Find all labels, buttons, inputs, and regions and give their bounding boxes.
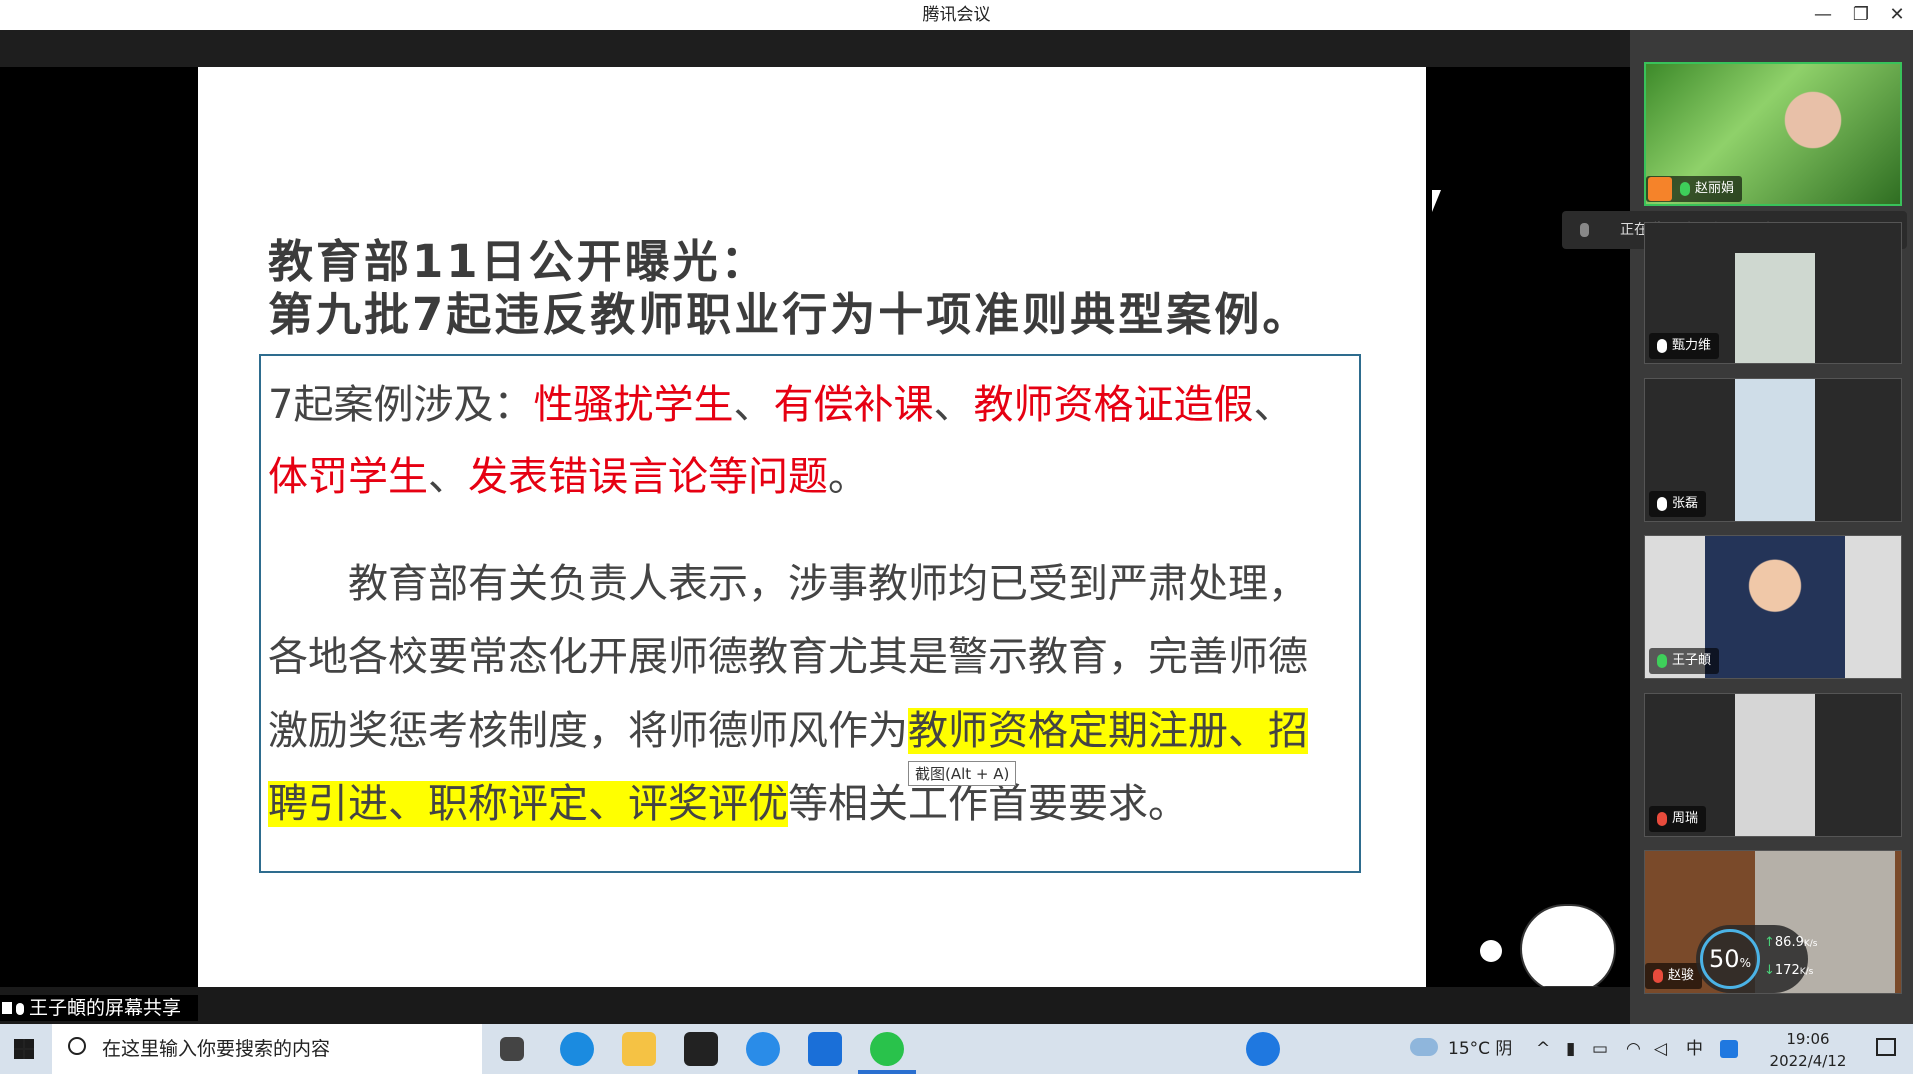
taskbar-search[interactable]: 在这里输入你要搜索的内容 <box>52 1024 482 1074</box>
search-input[interactable]: 在这里输入你要搜索的内容 <box>102 1024 330 1074</box>
participant-tile-2[interactable]: 甄力维 <box>1644 222 1902 364</box>
restore-icon[interactable]: ❐ <box>1843 0 1879 30</box>
wechat-icon[interactable] <box>870 1032 904 1066</box>
title-bar: 腾讯会议 — ❐ ✕ <box>0 0 1913 30</box>
wps-icon[interactable] <box>684 1032 718 1066</box>
tray-chevron-icon[interactable]: ^ <box>1536 1024 1550 1074</box>
volume-icon[interactable]: ◁ <box>1654 1024 1667 1074</box>
mic-icon <box>1680 181 1690 196</box>
video-feed <box>1741 64 1861 204</box>
download-speed: ↓172K/s <box>1764 963 1814 978</box>
cases-line1: 7起案例涉及：性骚扰学生、有偿补课、教师资格证造假、 <box>268 382 1294 428</box>
notification-icon[interactable] <box>1876 1038 1896 1056</box>
mascot-face <box>1520 904 1616 994</box>
para-line1: 教育部有关负责人表示，涉事教师均已受到严肃处理， <box>348 561 1308 607</box>
meeting-top-strip <box>0 30 1630 67</box>
window-title: 腾讯会议 <box>922 5 991 25</box>
video-feed <box>1735 694 1815 836</box>
wifi-icon[interactable]: ◠ <box>1626 1024 1641 1074</box>
slide-title-line2: 第九批7起违反教师职业行为十项准则典型案例。 <box>268 288 1311 341</box>
participant-name: 赵骏 <box>1645 963 1703 989</box>
upload-speed: ↑86.9K/s <box>1764 935 1818 950</box>
participant-name: 王子頔 <box>1649 648 1720 674</box>
para-line4: 聘引进、职称评定、评奖评优等相关工作首要要求。 <box>268 781 1188 827</box>
app-icon[interactable] <box>746 1032 780 1066</box>
cursor-icon <box>1432 190 1441 212</box>
windows-start-icon[interactable] <box>14 1039 34 1059</box>
help-icon[interactable] <box>1246 1032 1280 1066</box>
tray-mic-icon[interactable]: ▮ <box>1566 1024 1575 1074</box>
ime-indicator[interactable]: 中 <box>1686 1024 1703 1074</box>
cpu-percent: 50% <box>1700 929 1760 989</box>
video-feed <box>1705 536 1845 678</box>
video-feed <box>1735 253 1815 363</box>
screen-share-label: 王子頔的屏幕共享 <box>0 995 198 1021</box>
windows-taskbar: 在这里输入你要搜索的内容 15°C 阴 ^ ▮ ▭ ◠ ◁ 中 19:06 20… <box>0 1024 1913 1074</box>
edge-browser-icon[interactable] <box>560 1032 594 1066</box>
participant-name: 张磊 <box>1649 491 1707 517</box>
para-line2: 各地各校要常态化开展师德教育尤其是警示教育，完善师德 <box>268 634 1308 680</box>
active-app-indicator <box>858 1070 916 1074</box>
network-speed-widget[interactable]: 50% ↑86.9K/s ↓172K/s <box>1696 925 1817 993</box>
participant-name: 周瑞 <box>1649 806 1707 832</box>
content-box: 7起案例涉及：性骚扰学生、有偿补课、教师资格证造假、 体罚学生、发表错误言论等问… <box>259 354 1361 873</box>
close-icon[interactable]: ✕ <box>1879 0 1913 30</box>
file-explorer-icon[interactable] <box>622 1032 656 1066</box>
mic-icon <box>1580 223 1589 237</box>
weather-text[interactable]: 15°C 阴 <box>1448 1024 1512 1074</box>
host-icon <box>1648 177 1672 201</box>
participant-name: 甄力维 <box>1649 333 1720 359</box>
minimize-icon[interactable]: — <box>1805 0 1841 30</box>
screenshot-tooltip: 截图(Alt + A) <box>908 761 1017 786</box>
refresh-icon[interactable] <box>1480 940 1502 962</box>
battery-icon[interactable]: ▭ <box>1592 1024 1608 1074</box>
search-icon <box>68 1037 86 1055</box>
participant-tile-3[interactable]: 张磊 <box>1644 378 1902 522</box>
meeting-bottom-strip <box>0 987 1630 1024</box>
participant-name: 赵丽娟 <box>1646 176 1743 202</box>
shared-slide: 教育部11日公开曝光： 第九批7起违反教师职业行为十项准则典型案例。 7起案例涉… <box>198 67 1426 987</box>
participant-tile-1[interactable]: 赵丽娟 <box>1644 62 1902 206</box>
participant-tile-5[interactable]: 周瑞 <box>1644 693 1902 837</box>
para-line3: 激励奖惩考核制度，将师德师风作为教师资格定期注册、招 <box>268 708 1308 754</box>
participant-tile-4[interactable]: 王子頔 <box>1644 535 1902 679</box>
task-view-icon[interactable] <box>500 1037 524 1061</box>
clock[interactable]: 19:06 2022/4/12 <box>1748 1028 1868 1072</box>
weather-icon <box>1410 1038 1438 1056</box>
tray-app-icon[interactable] <box>1720 1040 1738 1058</box>
cases-line2: 体罚学生、发表错误言论等问题。 <box>268 454 868 500</box>
tencent-meeting-icon[interactable] <box>808 1032 842 1066</box>
video-feed <box>1735 379 1815 521</box>
